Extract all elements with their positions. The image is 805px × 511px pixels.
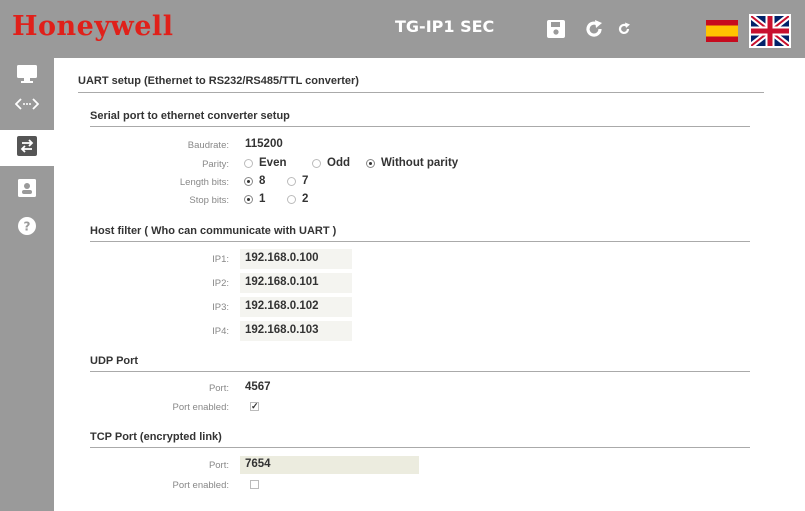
divider — [90, 447, 750, 448]
ip2-label: IP2: — [212, 278, 229, 289]
length-7-label: 7 — [302, 175, 309, 187]
parity-none-label: Without parity — [381, 157, 459, 169]
section-title-udp: UDP Port — [90, 355, 139, 367]
section-title-serial: Serial port to ethernet converter setup — [90, 110, 290, 122]
ip2-value: 192.168.0.101 — [245, 276, 319, 288]
baudrate-label: Baudrate: — [187, 140, 229, 151]
ip3-value: 192.168.0.102 — [245, 300, 319, 312]
parity-none-radio[interactable] — [366, 159, 375, 168]
page-title: UART setup (Ethernet to RS232/RS485/TTL … — [78, 75, 359, 87]
tcp-port-label: Port: — [208, 460, 229, 471]
svg-text:?: ? — [24, 219, 31, 233]
sidebar-item-user[interactable] — [0, 172, 54, 208]
section-title-host-filter: Host filter ( Who can communicate with U… — [90, 225, 337, 237]
parity-label: Parity: — [202, 159, 229, 170]
udp-enabled-checkbox[interactable]: ✓ — [250, 402, 259, 411]
tcp-port-value: 7654 — [245, 458, 271, 470]
ip1-input[interactable]: 192.168.0.100 — [240, 249, 352, 269]
ip4-label: IP4: — [212, 326, 229, 337]
ip4-value: 192.168.0.103 — [245, 324, 319, 336]
refresh-icon[interactable] — [584, 19, 604, 44]
length-8-label: 8 — [259, 175, 266, 187]
reload-icon[interactable] — [617, 22, 631, 41]
stop-1-radio[interactable] — [244, 195, 253, 204]
udp-port-value[interactable]: 4567 — [245, 381, 271, 393]
sidebar: ? — [0, 58, 54, 511]
top-bar: Honeywell TG-IP1 SEC — [0, 0, 805, 58]
tcp-port-input[interactable]: 7654 — [240, 456, 419, 474]
ip3-input[interactable]: 192.168.0.102 — [240, 297, 352, 317]
divider — [90, 126, 750, 127]
ip2-input[interactable]: 192.168.0.101 — [240, 273, 352, 293]
tcp-enabled-checkbox[interactable] — [250, 480, 259, 489]
parity-odd-radio[interactable] — [312, 159, 321, 168]
parity-odd-label: Odd — [327, 157, 350, 169]
save-icon[interactable] — [546, 19, 566, 44]
parity-even-radio[interactable] — [244, 159, 253, 168]
stop-2-radio[interactable] — [287, 195, 296, 204]
user-icon — [17, 178, 37, 203]
parity-even-label: Even — [259, 157, 287, 169]
sidebar-item-help[interactable]: ? — [0, 210, 54, 246]
main-content: UART setup (Ethernet to RS232/RS485/TTL … — [54, 58, 805, 511]
ip1-label: IP1: — [212, 254, 229, 265]
baudrate-value[interactable]: 115200 — [245, 138, 283, 150]
ip1-value: 192.168.0.100 — [245, 252, 319, 264]
length-7-radio[interactable] — [287, 177, 296, 186]
english-flag-icon[interactable] — [749, 14, 791, 48]
divider — [78, 92, 764, 93]
ip4-input[interactable]: 192.168.0.103 — [240, 321, 352, 341]
help-icon: ? — [17, 216, 37, 241]
sidebar-item-code[interactable] — [0, 88, 54, 124]
ip3-label: IP3: — [212, 302, 229, 313]
sidebar-item-uart[interactable] — [0, 130, 54, 166]
tcp-enabled-label: Port enabled: — [172, 480, 229, 491]
section-title-tcp: TCP Port (encrypted link) — [90, 431, 222, 443]
spanish-flag-icon[interactable] — [706, 20, 738, 42]
udp-port-label: Port: — [208, 383, 229, 394]
udp-enabled-label: Port enabled: — [172, 402, 229, 413]
divider — [90, 241, 750, 242]
length-bits-label: Length bits: — [179, 177, 229, 188]
length-8-radio[interactable] — [244, 177, 253, 186]
brand-logo: Honeywell — [12, 11, 174, 42]
code-icon — [14, 97, 40, 116]
divider — [90, 371, 750, 372]
stop-1-label: 1 — [259, 193, 266, 205]
transfer-icon — [17, 135, 37, 161]
stop-bits-label: Stop bits: — [189, 195, 229, 206]
monitor-icon — [16, 64, 38, 89]
device-title: TG-IP1 SEC — [395, 17, 495, 36]
stop-2-label: 2 — [302, 193, 309, 205]
